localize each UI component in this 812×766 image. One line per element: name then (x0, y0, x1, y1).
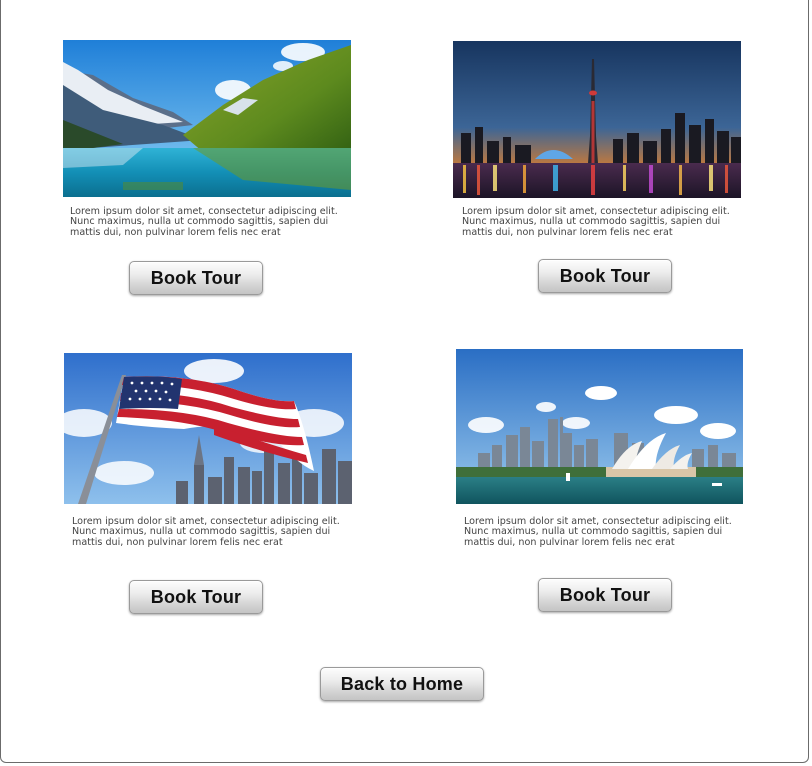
book-tour-button[interactable]: Book Tour (538, 578, 672, 612)
tour-image-mountain-lake (63, 40, 351, 197)
tour-image-city-night (453, 41, 741, 198)
book-tour-button[interactable]: Book Tour (538, 259, 672, 293)
tour-description: Lorem ipsum dolor sit amet, consectetur … (70, 206, 338, 238)
back-to-home-button[interactable]: Back to Home (320, 667, 484, 701)
tour-image-flag-city (64, 353, 352, 504)
tour-description: Lorem ipsum dolor sit amet, consectetur … (72, 516, 340, 548)
tour-description: Lorem ipsum dolor sit amet, consectetur … (462, 206, 730, 238)
book-tour-button[interactable]: Book Tour (129, 261, 263, 295)
book-tour-button[interactable]: Book Tour (129, 580, 263, 614)
tour-description: Lorem ipsum dolor sit amet, consectetur … (464, 516, 732, 548)
tour-image-harbour-opera-house (456, 349, 743, 504)
